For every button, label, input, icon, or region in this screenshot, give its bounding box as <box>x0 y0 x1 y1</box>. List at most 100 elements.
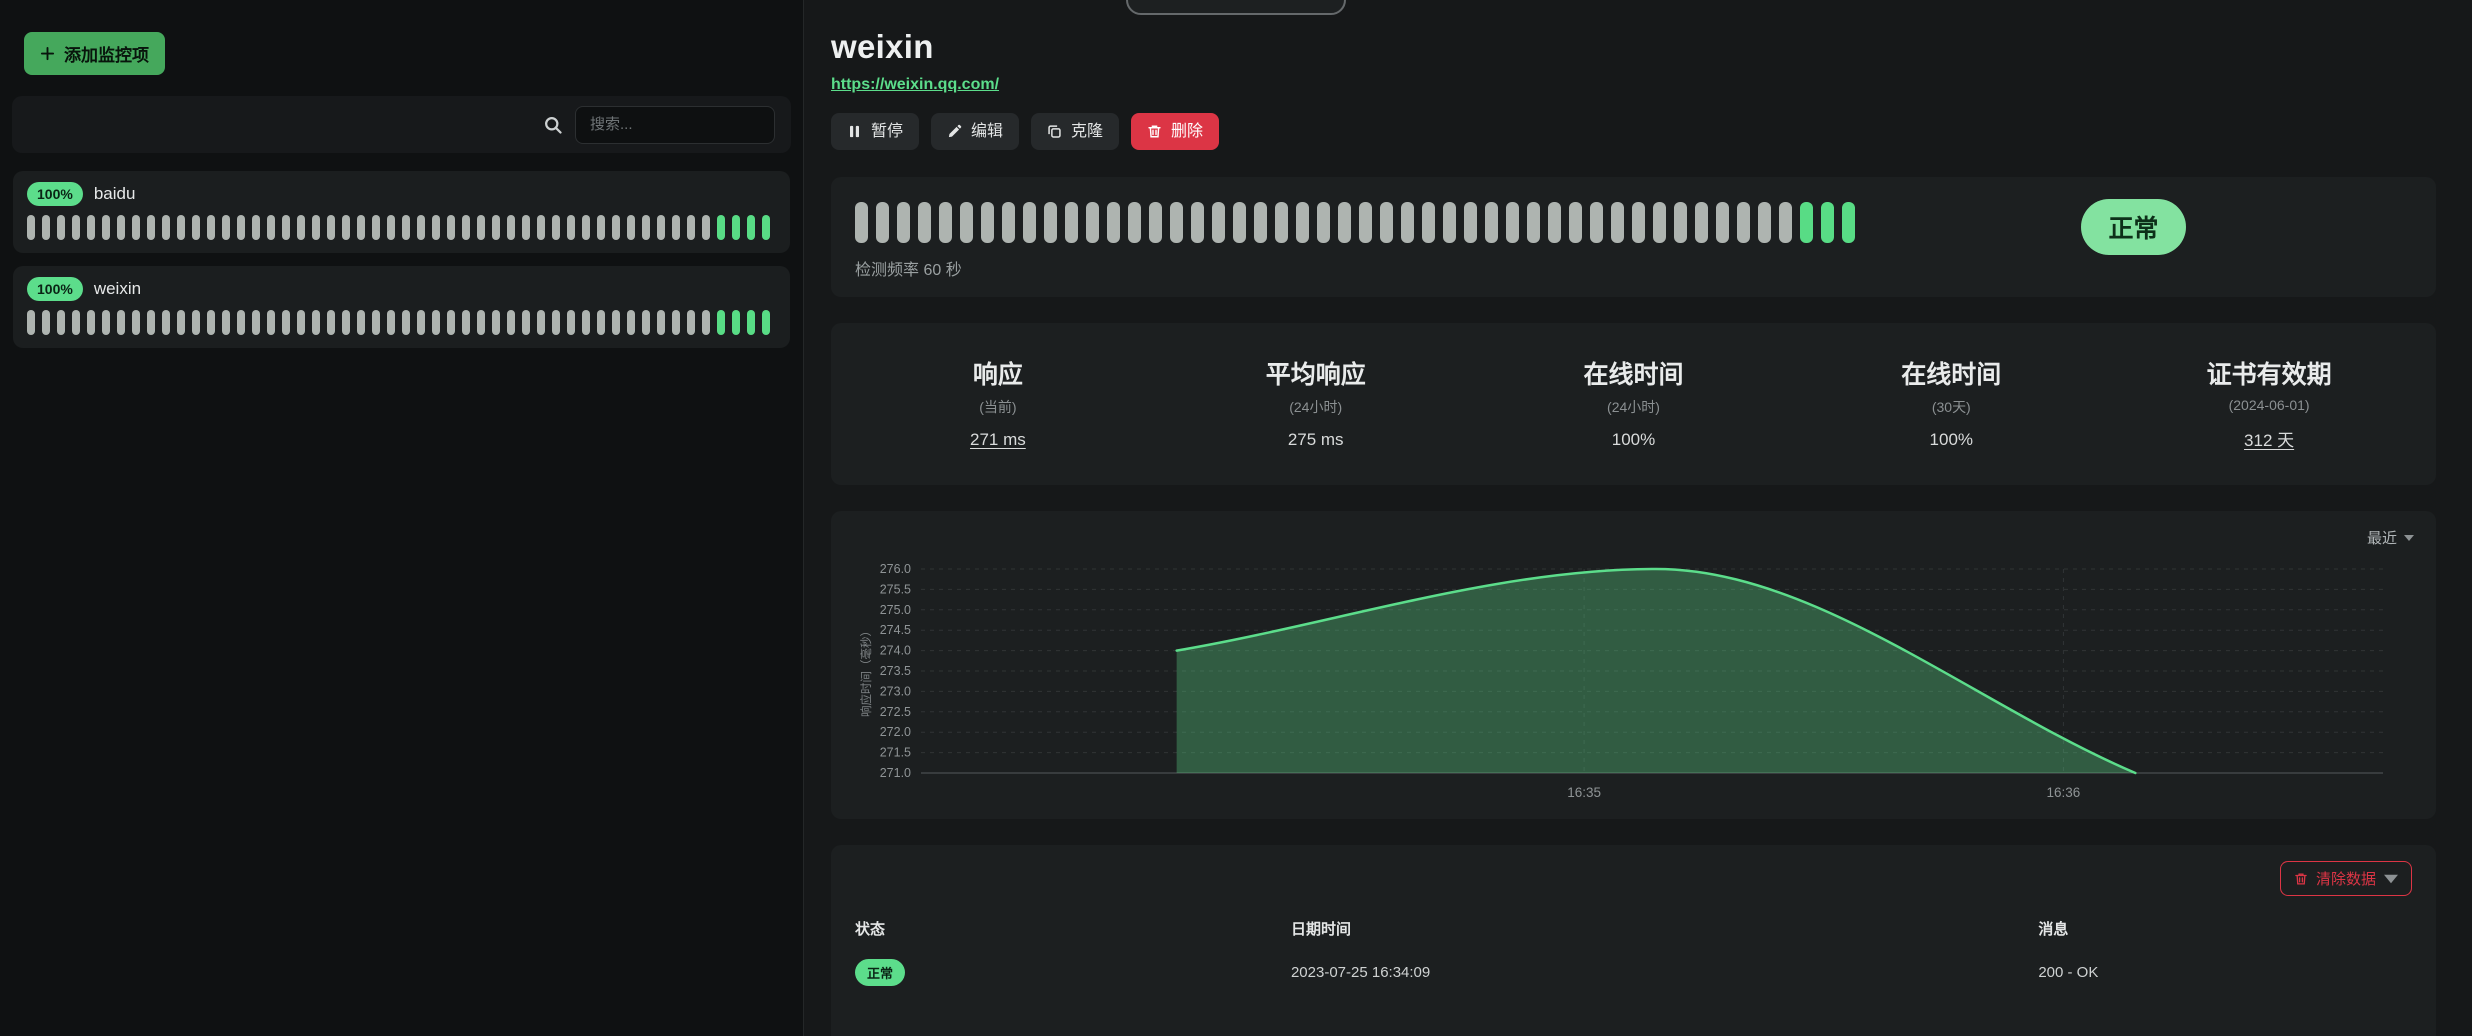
svg-text:273.0: 273.0 <box>880 685 911 699</box>
heartbeat-empty <box>876 202 889 243</box>
chart-range-label: 最近 <box>2367 527 2397 548</box>
heartbeat-empty <box>447 215 455 240</box>
stat-title: 在线时间 <box>1792 355 2110 391</box>
heartbeat-empty <box>207 310 215 335</box>
event-status-cell: 正常 <box>855 951 1291 994</box>
heartbeat-empty <box>1233 202 1246 243</box>
heartbeat-empty <box>372 215 380 240</box>
clone-button[interactable]: 克隆 <box>1031 113 1119 150</box>
svg-text:274.0: 274.0 <box>880 644 911 658</box>
heartbeat-empty <box>1485 202 1498 243</box>
events-header: 消息 <box>2038 906 2412 951</box>
heartbeat-empty <box>117 215 125 240</box>
heartbeat-empty <box>72 310 80 335</box>
heartbeat-empty <box>642 215 650 240</box>
heartbeat-empty <box>567 310 575 335</box>
heartbeat-empty <box>1527 202 1540 243</box>
heartbeat-empty <box>267 215 275 240</box>
monitor-name: baidu <box>94 184 136 204</box>
heartbeat-empty <box>372 310 380 335</box>
heartbeat-empty <box>1611 202 1624 243</box>
heartbeat-empty <box>462 215 470 240</box>
app-root: 添加监控项 100%baidu100%weixin weixin https:/… <box>0 0 2472 1036</box>
heartbeat-empty <box>567 215 575 240</box>
heartbeat-empty <box>597 215 605 240</box>
response-time-chart: 276.0275.5275.0274.5274.0273.5273.0272.5… <box>855 559 2409 809</box>
uptime-badge: 100% <box>27 277 83 301</box>
heartbeat-empty <box>522 310 530 335</box>
heartbeat-empty <box>1716 202 1729 243</box>
heartbeat-empty <box>192 310 200 335</box>
delete-button[interactable]: 删除 <box>1131 113 1219 150</box>
heartbeat-empty <box>117 310 125 335</box>
heartbeat-up <box>732 215 740 240</box>
trash-icon <box>2294 872 2308 886</box>
heartbeat-empty <box>57 310 65 335</box>
heartbeat-empty <box>1002 202 1015 243</box>
heartbeat-empty <box>477 215 485 240</box>
search-input[interactable] <box>575 106 775 144</box>
svg-text:275.5: 275.5 <box>880 583 911 597</box>
heartbeat-empty <box>342 215 350 240</box>
stat-value: 275 ms <box>1157 430 1475 450</box>
heartbeat-empty <box>1149 202 1162 243</box>
stat-response-current: 响应(当前)271 ms <box>839 355 1157 451</box>
heartbeat-up <box>747 310 755 335</box>
chart-range-dropdown[interactable]: 最近 <box>2367 527 2414 548</box>
heartbeat-empty <box>1632 202 1645 243</box>
heartbeat-empty <box>222 215 230 240</box>
clone-label: 克隆 <box>1071 122 1103 141</box>
stat-value[interactable]: 312 天 <box>2110 426 2428 451</box>
heartbeat-empty <box>27 310 35 335</box>
edit-button[interactable]: 编辑 <box>931 113 1019 150</box>
monitor-url-link[interactable]: https://weixin.qq.com/ <box>831 76 999 94</box>
stat-title: 平均响应 <box>1157 355 1475 391</box>
search-panel <box>12 96 791 153</box>
heartbeat-up <box>762 215 770 240</box>
heartbeat-empty <box>102 310 110 335</box>
stat-uptime-24h: 在线时间(24小时)100% <box>1475 355 1793 451</box>
add-monitor-button[interactable]: 添加监控项 <box>24 32 165 75</box>
heartbeat-empty <box>162 215 170 240</box>
heartbeat-empty <box>327 215 335 240</box>
monitor-list-item-baidu[interactable]: 100%baidu <box>13 171 790 253</box>
pause-button[interactable]: 暂停 <box>831 113 919 150</box>
stat-uptime-30d: 在线时间(30天)100% <box>1792 355 2110 451</box>
plus-icon <box>40 46 55 61</box>
heartbeat-up <box>732 310 740 335</box>
chart-card: 最近 276.0275.5275.0274.5274.0273.5273.027… <box>831 511 2436 819</box>
stat-sub: (24小时) <box>1475 397 1793 417</box>
heartbeat-empty <box>1401 202 1414 243</box>
heartbeat-empty <box>1359 202 1372 243</box>
heartbeat-bar <box>27 310 776 335</box>
clear-data-button[interactable]: 清除数据 <box>2280 861 2412 896</box>
heartbeat-section: 检测频率 60 秒 <box>855 202 1855 280</box>
heartbeat-empty <box>981 202 994 243</box>
heartbeat-bar <box>27 215 776 240</box>
monitor-title: weixin <box>831 28 2436 66</box>
heartbeat-empty <box>132 310 140 335</box>
top-notch <box>1126 0 1346 15</box>
svg-text:16:35: 16:35 <box>1567 785 1601 800</box>
heartbeat-empty <box>918 202 931 243</box>
pause-icon <box>847 124 862 139</box>
heartbeat-empty <box>1128 202 1141 243</box>
heartbeat-empty <box>897 202 910 243</box>
stat-value[interactable]: 271 ms <box>839 430 1157 450</box>
heartbeat-card: 检测频率 60 秒 正常 <box>831 177 2436 297</box>
heartbeat-empty <box>537 215 545 240</box>
stat-response-avg: 平均响应(24小时)275 ms <box>1157 355 1475 451</box>
edit-label: 编辑 <box>971 122 1003 141</box>
clone-icon <box>1047 124 1062 139</box>
svg-text:276.0: 276.0 <box>880 562 911 576</box>
heartbeat-empty <box>1296 202 1309 243</box>
edit-icon <box>947 124 962 139</box>
monitor-list-item-weixin[interactable]: 100%weixin <box>13 266 790 348</box>
heartbeat-empty <box>1212 202 1225 243</box>
heartbeat-empty <box>192 215 200 240</box>
heartbeat-up <box>762 310 770 335</box>
stat-value: 100% <box>1792 430 2110 450</box>
heartbeat-empty <box>1338 202 1351 243</box>
heartbeat-empty <box>627 310 635 335</box>
caret-down-icon <box>2404 533 2414 543</box>
